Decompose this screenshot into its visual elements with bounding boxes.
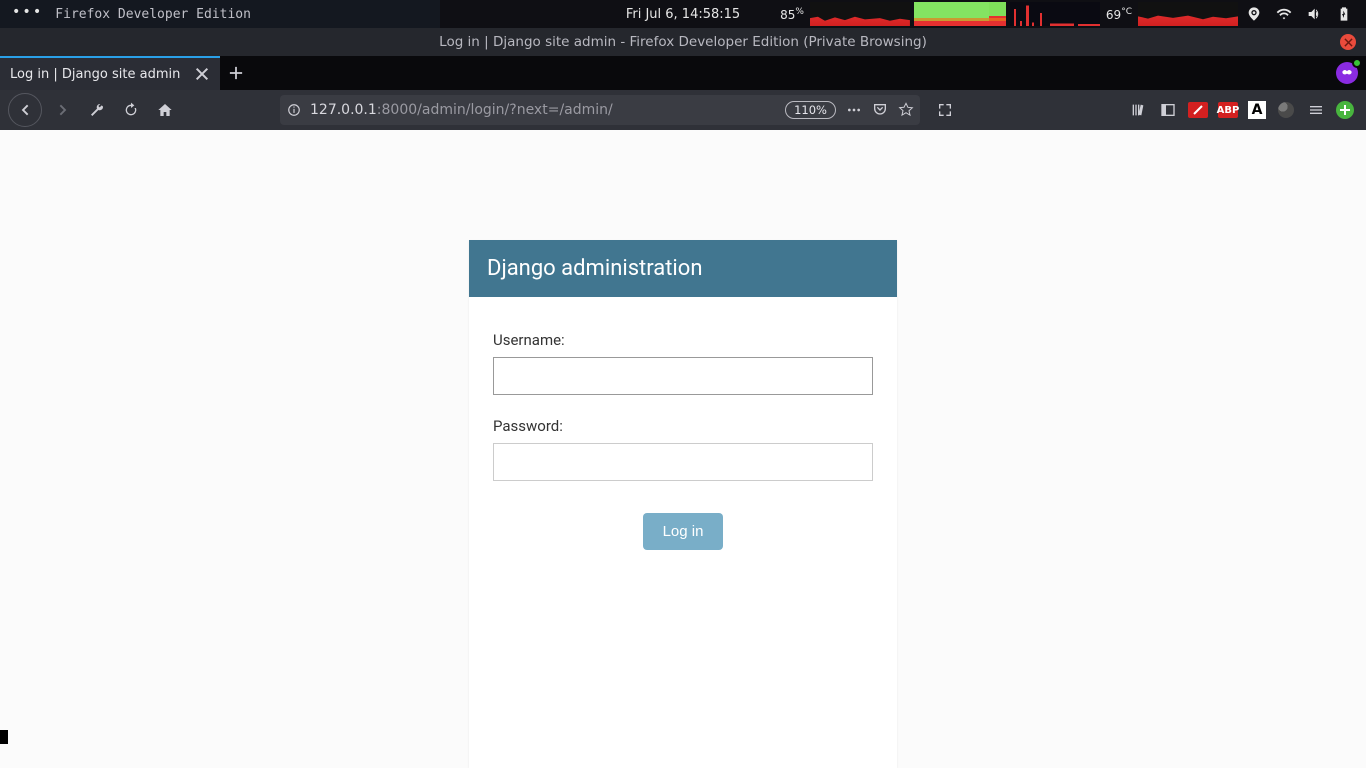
browser-tab-active[interactable]: Log in | Django site admin: [0, 56, 220, 90]
extension-abp-badge[interactable]: ABP: [1218, 102, 1238, 118]
edge-artifact: [0, 730, 8, 744]
url-bar[interactable]: 127.0.0.1:8000/admin/login/?next=/admin/…: [280, 95, 920, 125]
wifi-icon[interactable]: [1276, 6, 1292, 22]
temperature-indicator[interactable]: 69°C: [1102, 0, 1136, 28]
desktop-top-panel: ••• Firefox Developer Edition Fri Jul 6,…: [0, 0, 1366, 28]
volume-icon[interactable]: [1306, 6, 1322, 22]
submit-row: Log in: [493, 513, 873, 550]
forward-button: [48, 95, 78, 125]
system-graph-cpu[interactable]: [810, 2, 910, 26]
app-menu-button[interactable]: [1306, 100, 1326, 120]
reload-button[interactable]: [116, 95, 146, 125]
panel-clock[interactable]: Fri Jul 6, 14:58:15: [626, 0, 740, 28]
page-action-menu-icon[interactable]: [846, 102, 862, 118]
system-graph-temp[interactable]: [1138, 2, 1238, 26]
bookmark-star-icon[interactable]: [898, 102, 914, 118]
window-title: Log in | Django site admin - Firefox Dev…: [439, 34, 927, 50]
panel-app-label[interactable]: Firefox Developer Edition: [55, 7, 251, 22]
username-label: Username:: [493, 331, 873, 349]
extension-update-dot-icon: [1352, 58, 1362, 68]
panel-left: ••• Firefox Developer Edition: [0, 0, 440, 28]
panel-app-menu-icon[interactable]: •••: [8, 4, 47, 24]
firefox-nav-bar: 127.0.0.1:8000/admin/login/?next=/admin/…: [0, 90, 1366, 130]
tab-close-button[interactable]: [194, 66, 210, 82]
username-group: Username:: [493, 331, 873, 395]
url-text: 127.0.0.1:8000/admin/login/?next=/admin/: [310, 102, 613, 118]
system-graph-net[interactable]: [1010, 2, 1100, 26]
fullscreen-button[interactable]: [930, 95, 960, 125]
extension-badge-1[interactable]: [1188, 102, 1208, 118]
power-battery-icon[interactable]: [1336, 6, 1352, 22]
site-header: Django administration: [469, 240, 897, 297]
toolbar-right: ABP A: [1128, 100, 1358, 120]
extension-gnome-icon[interactable]: [1276, 100, 1296, 120]
new-tab-button[interactable]: [220, 56, 252, 90]
back-button[interactable]: [8, 93, 42, 127]
library-icon[interactable]: [1128, 100, 1148, 120]
extension-font-badge[interactable]: A: [1248, 101, 1266, 119]
system-graph-memory[interactable]: [914, 2, 1006, 26]
password-group: Password:: [493, 417, 873, 481]
firefox-title-bar: Log in | Django site admin - Firefox Dev…: [0, 28, 1366, 56]
location-icon[interactable]: [1246, 6, 1262, 22]
tab-title: Log in | Django site admin: [10, 67, 180, 82]
sidebar-toggle-icon[interactable]: [1158, 100, 1178, 120]
page-content: Django administration Username: Password…: [0, 130, 1366, 768]
login-form: Username: Password: Log in: [469, 297, 897, 590]
home-button[interactable]: [150, 95, 180, 125]
password-input[interactable]: [493, 443, 873, 481]
battery-indicator[interactable]: 85%: [776, 0, 808, 28]
panel-status-icons: [1240, 6, 1366, 22]
login-button[interactable]: Log in: [643, 513, 724, 550]
username-input[interactable]: [493, 357, 873, 395]
firefox-tab-strip: Log in | Django site admin: [0, 56, 1366, 90]
zoom-indicator[interactable]: 110%: [785, 101, 836, 119]
panel-terminal-background: ••• Firefox Developer Edition: [0, 0, 440, 28]
login-card: Django administration Username: Password…: [469, 240, 897, 768]
pocket-icon[interactable]: [872, 102, 888, 118]
devtools-button[interactable]: [82, 95, 112, 125]
window-close-button[interactable]: [1340, 34, 1356, 50]
site-info-icon[interactable]: [286, 102, 302, 118]
extension-update-button[interactable]: [1336, 101, 1354, 119]
password-label: Password:: [493, 417, 873, 435]
